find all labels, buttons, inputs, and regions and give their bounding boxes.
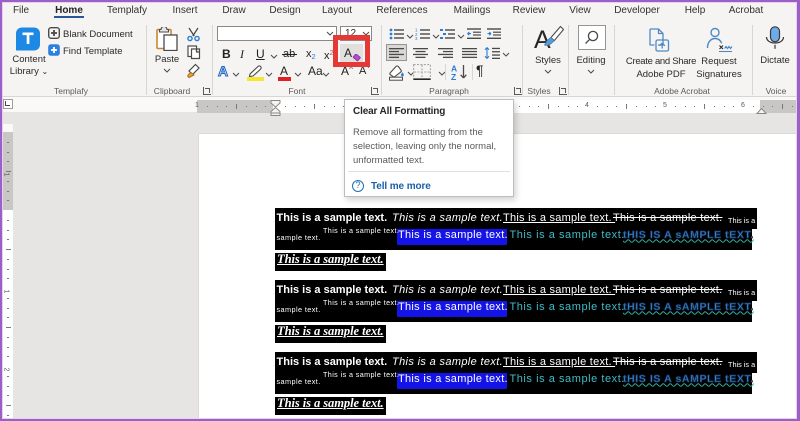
svg-text:3: 3: [415, 36, 418, 40]
svg-text:A: A: [534, 26, 551, 51]
svg-text:Z: Z: [451, 72, 456, 80]
